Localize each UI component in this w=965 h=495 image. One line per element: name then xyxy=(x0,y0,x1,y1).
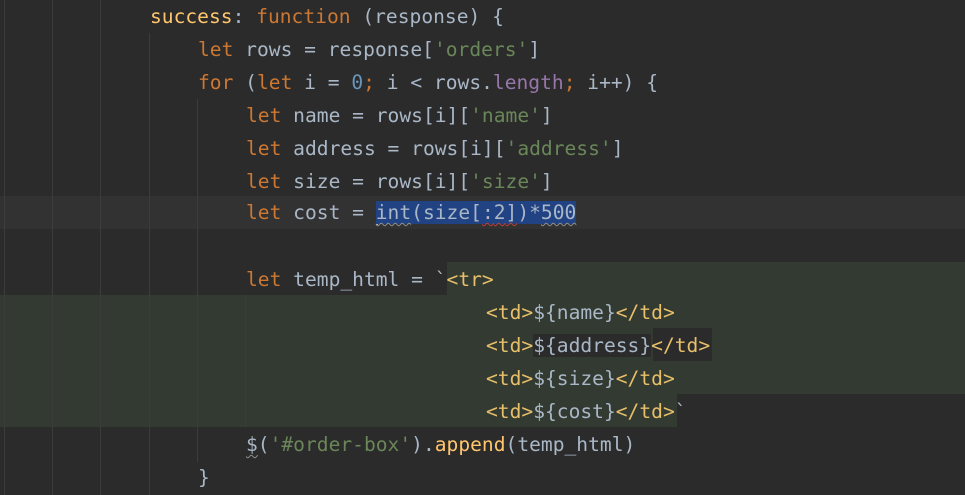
code-text: <td>${cost}</td>` xyxy=(486,395,687,428)
code-token: ] xyxy=(611,137,624,160)
code-token: ` xyxy=(674,400,687,423)
code-token: i++) { xyxy=(575,71,659,94)
code-token: size = rows[i][ xyxy=(281,170,471,193)
code-text: <td>${address}</td> xyxy=(486,329,710,362)
code-text: let size = rows[i]['size'] xyxy=(246,165,553,198)
code-token: i < rows. xyxy=(374,71,493,94)
code-token: 'orders' xyxy=(433,38,529,61)
code-text: success: function (response) { xyxy=(150,0,504,33)
code-token: 'size' xyxy=(470,170,541,193)
code-token: </td> xyxy=(651,334,711,357)
code-token: ] xyxy=(505,201,518,224)
code-token: (size[ xyxy=(411,201,482,224)
code-token: ] xyxy=(540,170,553,193)
code-text: let cost = int(size[:2])*500 xyxy=(246,196,577,229)
code-token: $ xyxy=(246,433,258,456)
code-text: <td>${name}</td> xyxy=(486,296,675,329)
code-token: let xyxy=(256,71,293,94)
code-token: append xyxy=(434,433,506,456)
code-token: ; xyxy=(563,71,576,94)
code-token: <tr> xyxy=(446,268,494,291)
code-token: <td> xyxy=(486,301,534,324)
code-token: let xyxy=(246,268,282,291)
code-token: (response) { xyxy=(350,5,504,28)
code-token: : xyxy=(232,5,257,28)
code-line[interactable] xyxy=(0,231,965,264)
code-line[interactable]: <td>${name}</td> xyxy=(0,296,965,329)
code-token: <td> xyxy=(486,367,534,390)
code-token: address = rows[i][ xyxy=(281,137,506,160)
code-token: ( xyxy=(257,433,270,456)
code-token: )* xyxy=(517,201,541,224)
code-text: let name = rows[i]['name'] xyxy=(246,99,553,132)
code-token: 0 xyxy=(351,71,364,94)
code-line[interactable]: let rows = response['orders'] xyxy=(0,33,965,66)
code-token: let xyxy=(198,38,234,61)
code-line[interactable]: <td>${size}</td> xyxy=(0,362,965,395)
code-text: let rows = response['orders'] xyxy=(198,33,540,66)
code-line[interactable]: $('#order-box').append(temp_html) xyxy=(0,428,965,461)
code-token: 'name' xyxy=(470,104,541,127)
code-line[interactable]: let size = rows[i]['size'] xyxy=(0,165,965,198)
code-text: } xyxy=(198,461,210,494)
code-line[interactable]: <td>${address}</td> xyxy=(0,329,965,362)
code-line[interactable]: success: function (response) { xyxy=(0,0,965,33)
code-token: temp_html = ` xyxy=(281,268,447,291)
code-token: ${cost} xyxy=(533,400,616,423)
code-text: <td>${size}</td> xyxy=(486,362,675,395)
code-token: ${address} xyxy=(533,334,652,357)
code-line[interactable]: let name = rows[i]['name'] xyxy=(0,99,965,132)
code-text: let address = rows[i]['address'] xyxy=(246,132,624,165)
code-token: ; xyxy=(363,71,375,94)
code-token: let xyxy=(246,170,282,193)
code-line[interactable]: } xyxy=(0,461,965,494)
code-token: 2 xyxy=(493,201,506,224)
code-token: </td> xyxy=(615,367,675,390)
code-token: <td> xyxy=(486,334,534,357)
code-token: } xyxy=(198,466,210,489)
code-token: ${name} xyxy=(533,301,616,324)
code-line[interactable]: let address = rows[i]['address'] xyxy=(0,132,965,165)
code-line[interactable]: let temp_html = `<tr> xyxy=(0,263,965,296)
code-editor[interactable]: success: function (response) { let rows … xyxy=(0,0,965,495)
code-token: for xyxy=(198,71,234,94)
code-token: ( xyxy=(233,71,257,94)
code-token: <td> xyxy=(486,400,534,423)
code-token: ). xyxy=(411,433,435,456)
code-text: $('#order-box').append(temp_html) xyxy=(246,428,635,461)
code-token: : xyxy=(481,201,494,224)
code-token: </td> xyxy=(615,400,675,423)
code-token: name = rows[i][ xyxy=(281,104,471,127)
code-token: </td> xyxy=(615,301,675,324)
code-token: let xyxy=(246,137,282,160)
code-token: cost = xyxy=(281,201,376,224)
code-token: success xyxy=(150,5,233,28)
code-token: (temp_html) xyxy=(505,433,636,456)
code-text: let temp_html = `<tr> xyxy=(246,263,494,296)
code-token: function xyxy=(256,5,351,28)
code-token: 'address' xyxy=(505,137,612,160)
code-token: length xyxy=(492,71,564,94)
code-token: i = xyxy=(292,71,352,94)
code-token: ${size} xyxy=(533,367,616,390)
code-token: ] xyxy=(528,38,541,61)
code-token: '#order-box' xyxy=(269,433,412,456)
code-token: int xyxy=(375,201,412,224)
code-text: for (let i = 0; i < rows.length; i++) { xyxy=(198,66,658,99)
code-line-current[interactable]: let cost = int(size[:2])*500 xyxy=(0,198,965,231)
code-token: let xyxy=(246,201,282,224)
code-token: rows = response[ xyxy=(233,38,434,61)
code-token: 500 xyxy=(540,201,577,224)
code-line[interactable]: for (let i = 0; i < rows.length; i++) { xyxy=(0,66,965,99)
code-token: ] xyxy=(540,104,553,127)
code-line[interactable]: <td>${cost}</td>` xyxy=(0,395,965,428)
code-token: let xyxy=(246,104,282,127)
